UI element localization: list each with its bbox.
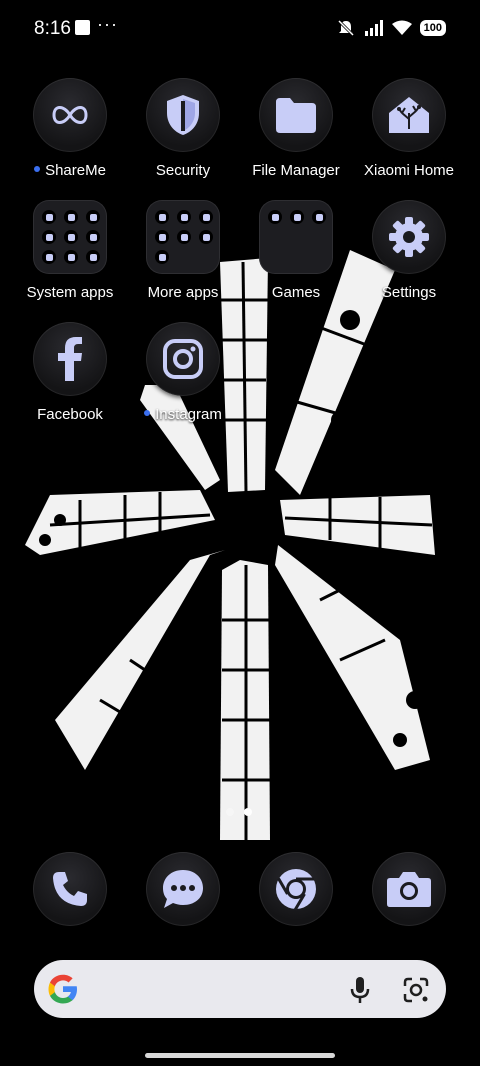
app-settings[interactable]: Settings bbox=[353, 200, 465, 301]
dock-phone[interactable] bbox=[14, 852, 126, 926]
status-time: 8:16 bbox=[34, 18, 71, 39]
google-lens-icon[interactable] bbox=[402, 976, 430, 1004]
folder-games[interactable]: Games bbox=[240, 200, 352, 301]
shareme-icon bbox=[33, 78, 107, 152]
app-label: ShareMe bbox=[45, 162, 106, 179]
app-label: Xiaomi Home bbox=[363, 162, 455, 179]
wifi-icon bbox=[391, 20, 412, 35]
app-instagram[interactable]: Instagram bbox=[127, 322, 239, 423]
app-label: Instagram bbox=[155, 406, 222, 423]
more-notifications-icon: ··· bbox=[97, 14, 118, 34]
new-badge bbox=[34, 166, 41, 173]
gear-icon bbox=[372, 200, 446, 274]
shield-icon bbox=[146, 78, 220, 152]
folder-icon bbox=[259, 78, 333, 152]
home-tree-icon bbox=[372, 78, 446, 152]
facebook-icon bbox=[33, 322, 107, 396]
folder-grid-icon bbox=[33, 200, 107, 274]
app-file-manager[interactable]: File Manager bbox=[240, 78, 352, 179]
app-label: Settings bbox=[381, 284, 437, 301]
folder-grid-icon bbox=[259, 200, 333, 274]
folder-more-apps[interactable]: More apps bbox=[127, 200, 239, 301]
page-dot bbox=[226, 808, 234, 816]
dock-camera[interactable] bbox=[353, 852, 465, 926]
new-badge bbox=[144, 410, 151, 417]
page-indicator[interactable] bbox=[226, 808, 252, 816]
camera-icon bbox=[372, 852, 446, 926]
google-search-bar[interactable] bbox=[34, 960, 446, 1018]
google-g-icon bbox=[48, 974, 77, 1004]
chrome-icon bbox=[259, 852, 333, 926]
notification-icon bbox=[75, 20, 90, 35]
app-xiaomi-home[interactable]: Xiaomi Home bbox=[353, 78, 465, 179]
microphone-icon[interactable] bbox=[350, 976, 370, 1004]
app-label: Security bbox=[155, 162, 211, 179]
app-shareme[interactable]: ShareMe bbox=[14, 78, 126, 179]
folder-grid-icon bbox=[146, 200, 220, 274]
app-label: File Manager bbox=[252, 162, 340, 179]
dock-messages[interactable] bbox=[127, 852, 239, 926]
dock-chrome[interactable] bbox=[240, 852, 352, 926]
phone-icon bbox=[33, 852, 107, 926]
app-label: More apps bbox=[147, 284, 219, 301]
signal-icon bbox=[364, 20, 383, 36]
mute-icon bbox=[337, 19, 354, 37]
page-dot-active bbox=[244, 808, 252, 816]
messages-icon bbox=[146, 852, 220, 926]
status-bar: 8:16 ··· 100 bbox=[0, 0, 480, 56]
folder-system-apps[interactable]: System apps bbox=[14, 200, 126, 301]
app-label: Games bbox=[271, 284, 321, 301]
gesture-nav-bar[interactable] bbox=[145, 1053, 335, 1058]
instagram-icon bbox=[146, 322, 220, 396]
app-security[interactable]: Security bbox=[127, 78, 239, 179]
battery-indicator: 100 bbox=[419, 20, 446, 36]
app-label: System apps bbox=[26, 284, 114, 301]
app-label: Facebook bbox=[37, 406, 103, 423]
app-facebook[interactable]: Facebook bbox=[14, 322, 126, 423]
